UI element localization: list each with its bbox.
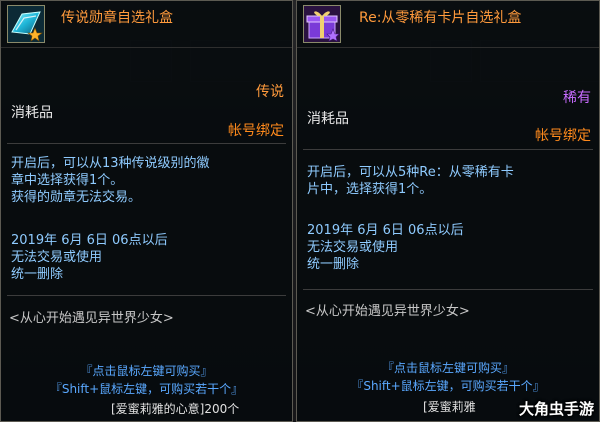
expiry-line: 2019年 6月 6日 06点以后: [307, 223, 464, 238]
expiry-line: 统一删除: [11, 267, 64, 282]
category-label: 消耗品: [11, 105, 53, 121]
category-label: 消耗品: [307, 111, 349, 127]
item-tooltip-legendary-box: 传说勋章自选礼盒 传说 消耗品 帐号绑定 开启后，可以从13种传说级别的徽 章中…: [0, 0, 293, 422]
flavor-text: <从心开始遇见异世界少女>: [305, 304, 470, 319]
description-line: 片中，选择获得1个。: [307, 182, 433, 197]
item-description: 开启后，可以从5种Re：从零稀有卡 片中，选择获得1个。: [307, 164, 591, 198]
item-description: 开启后，可以从13种传说级别的徽 章中选择获得1个。 获得的勋章无法交易。: [11, 155, 284, 206]
item-tooltip-rare-card-box: Re:从零稀有卡片自选礼盒 稀有 消耗品 帐号绑定 开启后，可以从5种Re：从零…: [296, 0, 600, 422]
cyan-medal-box-icon: [7, 5, 45, 43]
item-title: Re:从零稀有卡片自选礼盒: [359, 10, 522, 26]
expiry-line: 无法交易或使用: [307, 240, 399, 255]
item-title: 传说勋章自选礼盒: [61, 10, 173, 26]
tooltip-header: 传说勋章自选礼盒: [1, 1, 292, 48]
expiry-notice: 2019年 6月 6日 06点以后 无法交易或使用 统一删除: [11, 232, 284, 283]
description-line: 获得的勋章无法交易。: [11, 190, 142, 205]
rarity-label: 传说: [256, 84, 284, 100]
bind-status: 帐号绑定: [228, 123, 284, 139]
buy-hint-shift: 『Shift+鼠标左键，可购买若干个』: [49, 382, 244, 396]
watermark: 大角虫手游: [518, 400, 594, 418]
bind-status: 帐号绑定: [535, 128, 591, 144]
divider: [7, 295, 286, 296]
divider: [7, 143, 286, 144]
divider: [303, 289, 593, 290]
divider: [303, 149, 593, 150]
expiry-line: 2019年 6月 6日 06点以后: [11, 233, 168, 248]
buy-hint-shift: 『Shift+鼠标左键，可购买若干个』: [351, 379, 545, 393]
buy-hint-click: 『点击鼠标左键可购买』: [381, 361, 514, 375]
currency-cost: [爱蜜莉雅: [423, 400, 476, 414]
description-line: 开启后，可以从5种Re：从零稀有卡: [307, 165, 514, 180]
purple-gift-box-icon: [303, 5, 341, 43]
expiry-line: 统一删除: [307, 257, 360, 272]
expiry-notice: 2019年 6月 6日 06点以后 无法交易或使用 统一删除: [307, 222, 591, 273]
expiry-line: 无法交易或使用: [11, 250, 103, 265]
buy-hint-click: 『点击鼠标左键可购买』: [80, 364, 213, 378]
description-line: 开启后，可以从13种传说级别的徽: [11, 156, 210, 171]
tooltip-header: Re:从零稀有卡片自选礼盒: [297, 1, 599, 48]
description-line: 章中选择获得1个。: [11, 173, 124, 188]
currency-cost: [爱蜜莉雅的心意]200个: [111, 402, 240, 416]
flavor-text: <从心开始遇见异世界少女>: [9, 311, 174, 326]
rarity-label: 稀有: [563, 90, 591, 106]
